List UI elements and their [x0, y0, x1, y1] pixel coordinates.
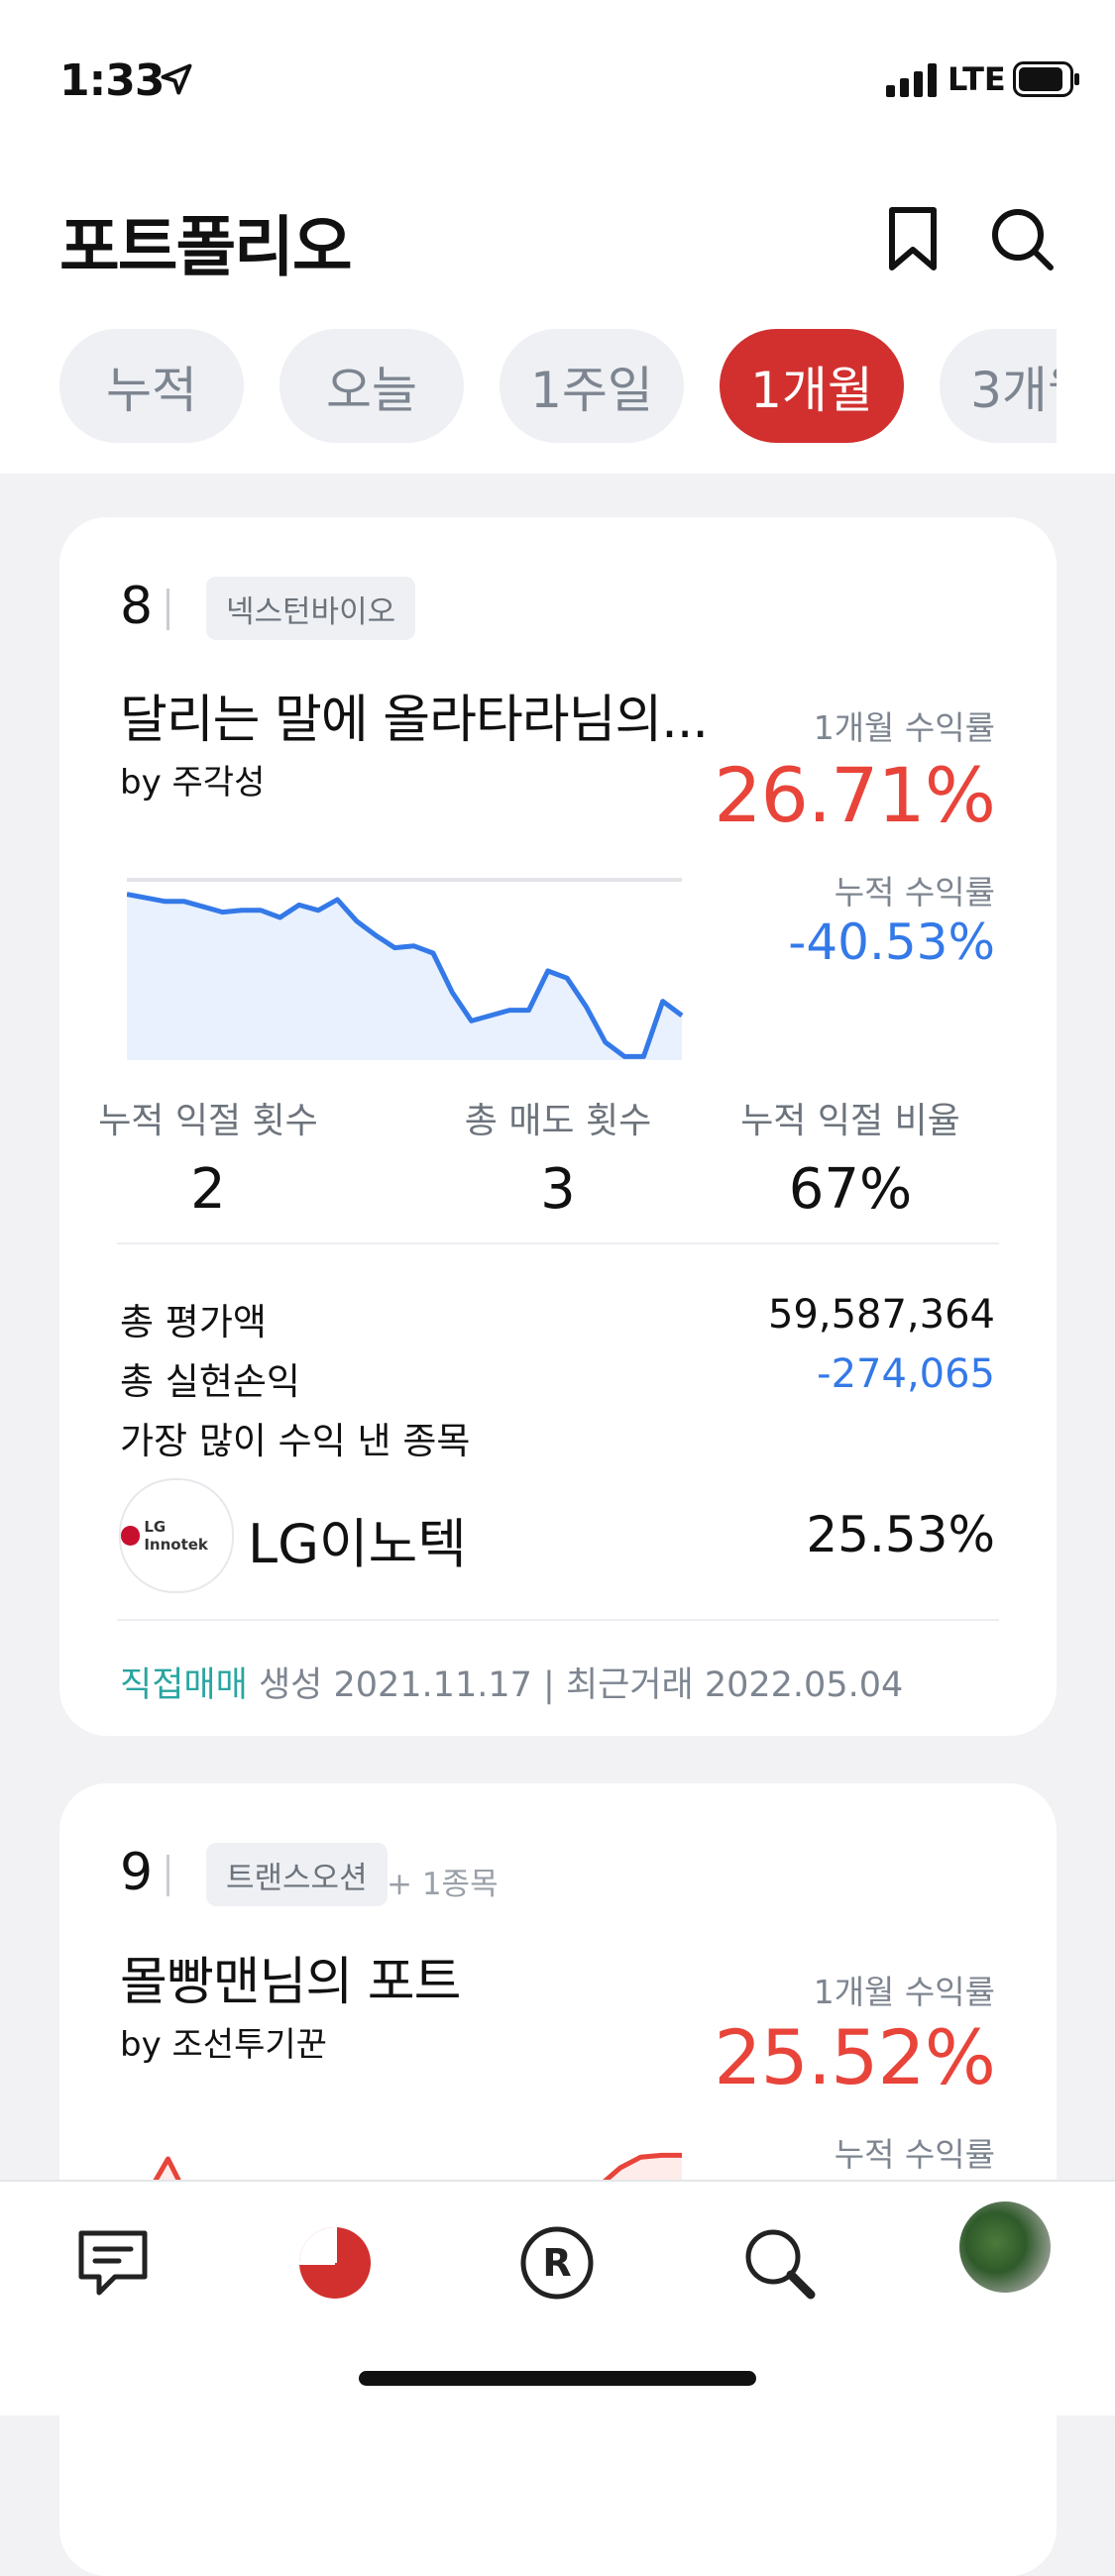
chat-icon: [78, 2230, 148, 2296]
portfolio-author: by 조선투기꾼: [120, 2025, 327, 2065]
stat-profit-count: 누적 익절 횟수 2: [59, 1092, 357, 1222]
sparkline-area: [127, 894, 682, 1060]
tab-today[interactable]: 오늘: [279, 329, 464, 443]
best-stock-name: LG이노텍: [248, 1513, 467, 1575]
stock-badge: 넥스턴바이오: [206, 577, 416, 640]
best-stock-return: 25.53%: [806, 1506, 995, 1563]
period-return: 25.52%: [714, 2013, 996, 2101]
bookmark-icon[interactable]: [878, 204, 948, 273]
portfolio-name: 몰빵맨님의 포트: [120, 1953, 461, 2012]
home-indicator: [359, 2371, 756, 2386]
period-tabs: 누적 오늘 1주일 1개월 3개월: [59, 329, 1057, 443]
period-return-label: 1개월 수익률: [813, 1973, 995, 2011]
portfolio-author: by 주각성: [120, 763, 266, 803]
pie-chart-icon: [297, 2225, 371, 2299]
profile-avatar[interactable]: [959, 2201, 1051, 2293]
location-arrow-icon: [161, 63, 192, 95]
logo-text: LG Innotek: [144, 1518, 208, 1554]
last-trade-date: 최근거래 2022.05.04: [565, 1665, 904, 1705]
lg-innotek-logo: LG Innotek: [119, 1478, 234, 1593]
svg-text:R: R: [542, 2241, 571, 2285]
total-value-label: 총 평가액: [120, 1301, 267, 1343]
divider: [117, 1242, 999, 1244]
nav-chat[interactable]: [65, 2215, 161, 2310]
network-label: LTE: [948, 60, 1006, 98]
nav-search[interactable]: [731, 2215, 827, 2310]
tab-1week[interactable]: 1주일: [500, 329, 684, 443]
stat-label: 누적 익절 비율: [740, 1101, 960, 1141]
period-return-label: 1개월 수익률: [813, 708, 995, 747]
portfolio-card[interactable]: 8 넥스턴바이오 달리는 말에 올라타라님의... by 주각성 1개월 수익률…: [59, 517, 1057, 1736]
stat-sell-count: 총 매도 횟수 3: [409, 1092, 707, 1222]
rank-number: 9: [120, 1843, 154, 1902]
stat-value: 3: [540, 1157, 576, 1222]
return-sparkline: [127, 878, 684, 1060]
stat-profit-ratio: 누적 익절 비율 67%: [702, 1092, 999, 1222]
realized-pnl-label: 총 실현손익: [120, 1360, 300, 1403]
best-stock-label: 가장 많이 수익 낸 종목: [120, 1420, 471, 1462]
search-icon[interactable]: [987, 204, 1057, 273]
rank-separator: [167, 1855, 169, 1896]
created-date: 생성 2021.11.17 |: [258, 1665, 555, 1705]
period-return: 26.71%: [714, 751, 996, 839]
rank-number: 8: [120, 577, 154, 636]
cum-return-label: 누적 수익률: [834, 2135, 995, 2174]
cum-return-label: 누적 수익률: [834, 873, 995, 912]
stat-value: 67%: [788, 1157, 913, 1222]
signal-icon: [886, 63, 937, 97]
extra-stocks-count: + 1종목: [387, 1867, 499, 1902]
rank-separator: [167, 589, 169, 630]
status-time: 1:33: [59, 55, 165, 106]
divider: [117, 1619, 999, 1621]
portfolio-name: 달리는 말에 올라타라님의...: [120, 691, 709, 750]
trade-type: 직접매매: [120, 1665, 248, 1705]
search-icon: [745, 2229, 816, 2300]
card-footer: 직접매매 생성 2021.11.17 | 최근거래 2022.05.04: [120, 1657, 903, 1707]
lg-logo-mark-icon: [121, 1526, 141, 1546]
nav-ranking[interactable]: R: [509, 2215, 605, 2310]
tab-1month[interactable]: 1개월: [720, 329, 904, 443]
battery-icon: [1013, 61, 1079, 97]
nav-portfolio[interactable]: [287, 2215, 383, 2310]
stat-value: 2: [190, 1157, 226, 1222]
total-value: 59,587,364: [767, 1292, 995, 1338]
page-title: 포트폴리오: [59, 209, 353, 285]
realized-pnl: -274,065: [817, 1351, 995, 1397]
tab-3months[interactable]: 3개월: [940, 329, 1057, 443]
stock-badge: 트랜스오션: [206, 1843, 388, 1906]
ranking-r-icon: R: [520, 2226, 594, 2300]
cum-return: -40.53%: [788, 913, 995, 971]
stat-label: 총 매도 횟수: [464, 1101, 652, 1141]
tab-cumulative[interactable]: 누적: [59, 329, 244, 443]
stat-label: 누적 익절 횟수: [98, 1101, 318, 1141]
